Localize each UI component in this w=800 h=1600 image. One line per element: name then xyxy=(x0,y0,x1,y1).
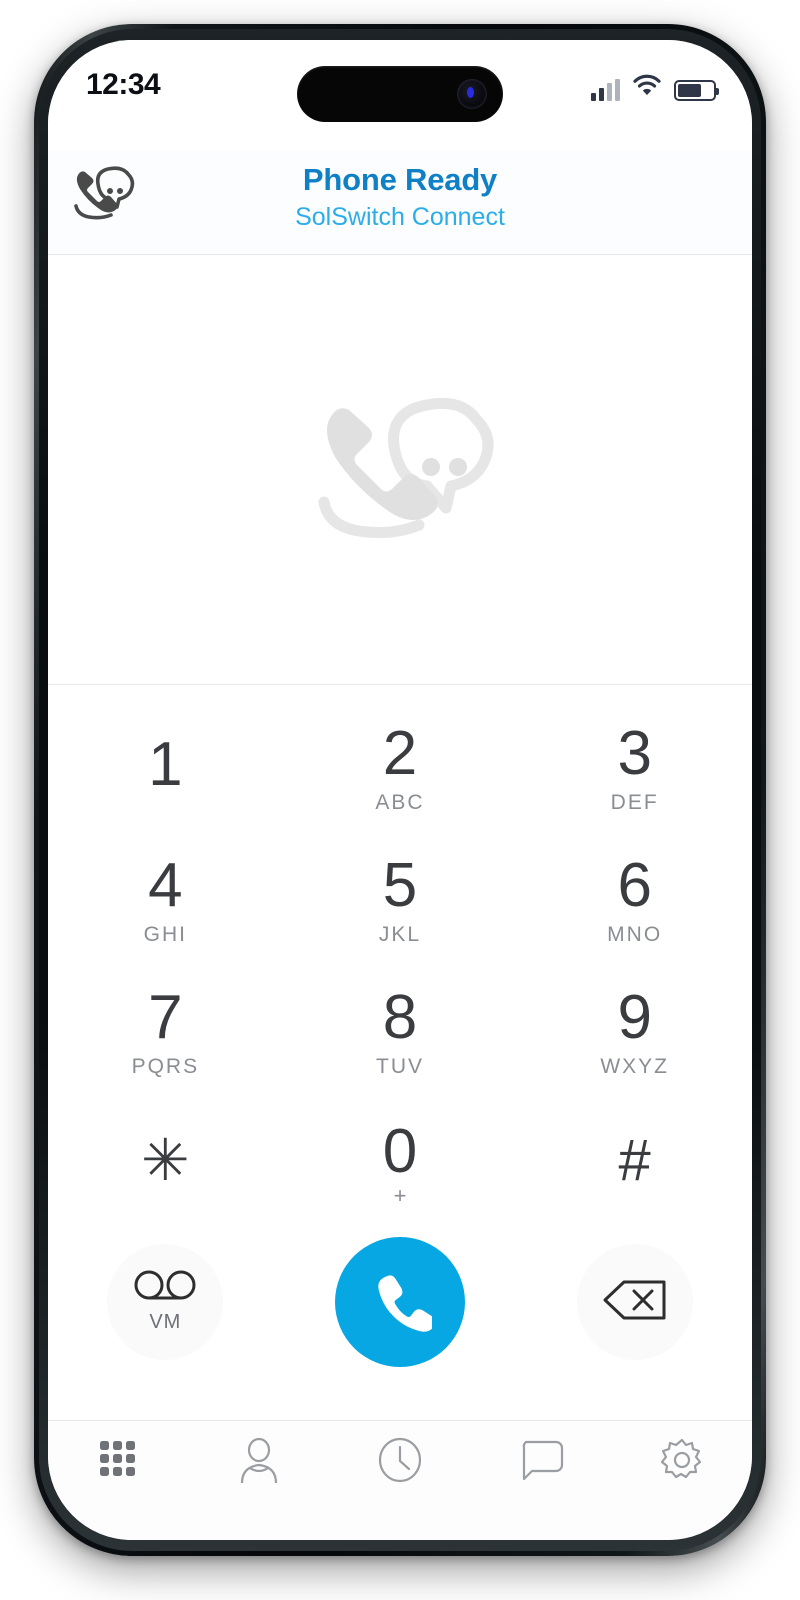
app-header: Phone Ready SolSwitch Connect xyxy=(48,150,752,255)
key-letters: PQRS xyxy=(131,1054,200,1078)
key-9[interactable]: 9 WXYZ xyxy=(517,967,752,1099)
keypad-grid-icon xyxy=(96,1437,140,1481)
call-handset-icon xyxy=(368,1268,436,1337)
gear-icon xyxy=(659,1437,705,1483)
call-button[interactable] xyxy=(335,1237,465,1367)
key-letters: WXYZ xyxy=(600,1054,670,1078)
key-star[interactable]: ✳ xyxy=(48,1099,283,1231)
screenshot-root: 12:34 Phone Ready SolSwitch Connect 1 2 … xyxy=(0,0,800,1600)
call-cell xyxy=(283,1237,518,1367)
key-letters: DEF xyxy=(610,790,659,814)
status-bar-time: 12:34 xyxy=(86,68,161,101)
header-subtitle: SolSwitch Connect xyxy=(295,202,505,231)
key-3[interactable]: 3 DEF xyxy=(517,703,752,835)
voicemail-cell: VM xyxy=(48,1244,283,1360)
key-letters: JKL xyxy=(378,922,422,946)
tab-settings[interactable] xyxy=(611,1437,752,1483)
key-digit: 7 xyxy=(148,983,183,1053)
key-digit: 3 xyxy=(617,719,652,789)
key-digit: 6 xyxy=(617,851,652,921)
wifi-icon xyxy=(633,74,661,101)
phone-chat-watermark-icon xyxy=(294,390,506,550)
battery-icon xyxy=(674,80,719,101)
key-digit: 5 xyxy=(382,851,418,921)
key-digit: 4 xyxy=(148,851,183,921)
key-2[interactable]: 2 ABC xyxy=(283,703,518,835)
keypad-row: ✳ 0 + # xyxy=(48,1099,752,1231)
delete-cell xyxy=(517,1244,752,1360)
dialer-action-row: VM xyxy=(48,1231,752,1389)
key-letters: TUV xyxy=(376,1054,424,1078)
tab-contacts[interactable] xyxy=(189,1437,330,1485)
key-digit: 0 xyxy=(382,1116,418,1186)
dynamic-island xyxy=(297,66,503,122)
bottom-tab-bar xyxy=(48,1420,752,1540)
key-digit: # xyxy=(618,1128,651,1194)
key-letters: MNO xyxy=(607,922,663,946)
key-digit: 1 xyxy=(148,729,183,799)
key-letters: ABC xyxy=(375,790,425,814)
keypad-row: 1 2 ABC 3 DEF xyxy=(48,703,752,835)
key-5[interactable]: 5 JKL xyxy=(283,835,518,967)
key-6[interactable]: 6 MNO xyxy=(517,835,752,967)
person-icon xyxy=(237,1437,281,1485)
keypad-row: 7 PQRS 8 TUV 9 WXYZ xyxy=(48,967,752,1099)
key-digit: ✳ xyxy=(141,1128,190,1194)
voicemail-label: VM xyxy=(149,1311,182,1333)
header-titles: Phone Ready SolSwitch Connect xyxy=(48,162,752,231)
key-digit: 9 xyxy=(617,983,652,1053)
dial-keypad: 1 2 ABC 3 DEF 4 GHI 5 JKL 6 MNO 7 PQRS 8… xyxy=(48,685,752,1231)
tab-keypad[interactable] xyxy=(48,1437,189,1481)
key-8[interactable]: 8 TUV xyxy=(283,967,518,1099)
key-digit: 8 xyxy=(382,983,418,1053)
key-4[interactable]: 4 GHI xyxy=(48,835,283,967)
key-hash[interactable]: # xyxy=(517,1099,752,1231)
page-title: Phone Ready xyxy=(302,162,498,197)
message-bubble-icon xyxy=(518,1437,564,1481)
voicemail-icon xyxy=(134,1270,196,1309)
front-camera-icon xyxy=(457,79,487,109)
dialed-number-display[interactable] xyxy=(48,255,752,685)
key-letters: GHI xyxy=(143,922,187,946)
key-7[interactable]: 7 PQRS xyxy=(48,967,283,1099)
voicemail-button[interactable]: VM xyxy=(107,1244,224,1360)
key-digit: 2 xyxy=(382,719,418,789)
phone-screen: 12:34 Phone Ready SolSwitch Connect 1 2 … xyxy=(48,40,752,1540)
keypad-row: 4 GHI 5 JKL 6 MNO xyxy=(48,835,752,967)
backspace-delete-icon xyxy=(602,1278,668,1327)
key-0[interactable]: 0 + xyxy=(283,1099,518,1231)
cellular-signal-icon xyxy=(591,79,620,101)
tab-messages[interactable] xyxy=(470,1437,611,1481)
key-plus-label: + xyxy=(393,1183,407,1209)
delete-button[interactable] xyxy=(576,1244,693,1360)
clock-icon xyxy=(377,1437,423,1483)
key-1[interactable]: 1 xyxy=(48,703,283,835)
status-bar-indicators xyxy=(591,74,719,101)
tab-recents[interactable] xyxy=(330,1437,471,1483)
